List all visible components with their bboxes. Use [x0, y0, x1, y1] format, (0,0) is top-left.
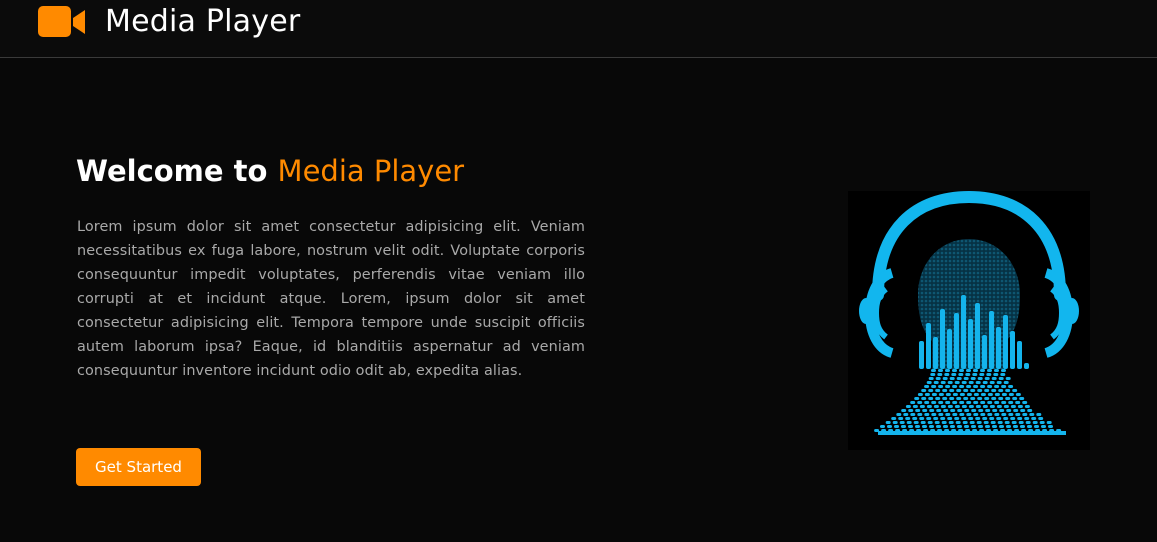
video-camera-icon[interactable] — [38, 6, 86, 38]
headphones-icon — [859, 190, 1079, 435]
navbar: Media Player — [0, 0, 1157, 58]
headphones-equalizer-illustration — [848, 190, 1090, 450]
hero-description: Lorem ipsum dolor sit amet consectetur a… — [77, 219, 585, 379]
hero-heading-accent: Media Player — [277, 154, 465, 188]
get-started-button[interactable]: Get Started — [76, 448, 201, 486]
hero-heading: Welcome to Media Player — [76, 154, 464, 188]
app-title[interactable]: Media Player — [105, 4, 300, 39]
hero-heading-prefix: Welcome to — [76, 154, 278, 188]
